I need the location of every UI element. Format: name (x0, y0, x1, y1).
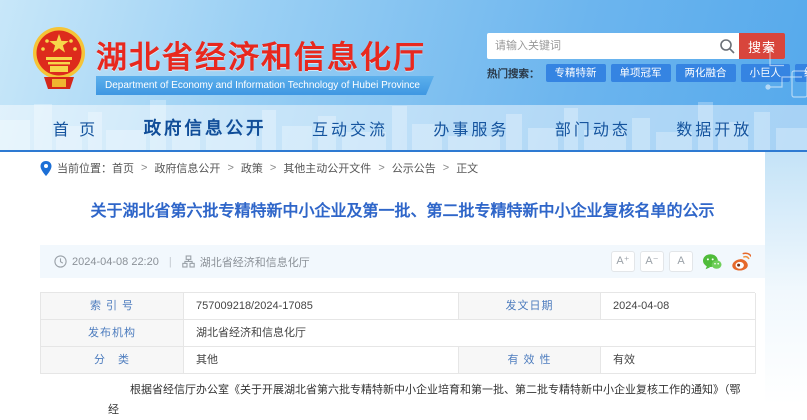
index-number-label: 索 引 号 (41, 293, 184, 320)
search-input[interactable] (487, 34, 717, 58)
breadcrumb-current: 正文 (456, 160, 478, 176)
publisher-label: 发布机构 (41, 320, 184, 347)
nav-item-gov-info[interactable]: 政府信息公开 (144, 115, 267, 140)
category-value: 其他 (184, 347, 459, 374)
publisher-value: 湖北省经济和信息化厅 (184, 320, 756, 347)
search-icon[interactable] (717, 38, 739, 54)
nav-item-open-data[interactable]: 数据开放 (676, 116, 752, 140)
article-meta-left: 2024-04-08 22:20 | 湖北省经济和信息化厅 (54, 254, 310, 270)
circuit-decoration (762, 35, 807, 115)
article-meta-tools: A⁺ A⁻ A (606, 251, 751, 272)
breadcrumb-separator: > (270, 162, 276, 174)
nav-item-department-news[interactable]: 部门动态 (555, 116, 631, 140)
category-label: 分 类 (41, 347, 184, 374)
breadcrumb-location-label: 当前位置： (57, 160, 112, 176)
breadcrumb-item[interactable]: 政府信息公开 (154, 160, 220, 176)
breadcrumb: 当前位置： 首页 > 政府信息公开 > 政策 > 其他主动公开文件 > 公示公告… (40, 160, 478, 176)
article-meta-bar: 2024-04-08 22:20 | 湖北省经济和信息化厅 A⁺ A⁻ A (40, 245, 765, 278)
breadcrumb-separator: > (227, 162, 233, 174)
publish-datetime: 2024-04-08 22:20 (72, 256, 159, 268)
nav-item-interaction[interactable]: 互动交流 (312, 116, 388, 140)
breadcrumb-separator: > (141, 162, 147, 174)
hot-search-label: 热门搜索： (487, 66, 540, 81)
hot-search-tag[interactable]: 单项冠军 (611, 64, 671, 82)
validity-label: 有 效 性 (459, 347, 601, 374)
breadcrumb-item[interactable]: 首页 (112, 160, 134, 176)
article-body-text: 根据省经信厅办公室《关于开展湖北省第六批专精特新中小企业培育和第一批、第二批专精… (108, 380, 748, 420)
article-title: 关于湖北省第六批专精特新中小企业及第一批、第二批专精特新中小企业复核名单的公示 (40, 200, 765, 224)
breadcrumb-item[interactable]: 其他主动公开文件 (283, 160, 371, 176)
meta-divider: | (169, 256, 172, 268)
site-subtitle-en: Department of Economy and Information Te… (96, 76, 434, 95)
site-title: 湖北省经济和信息化厅 (96, 32, 426, 77)
issue-date-value: 2024-04-08 (601, 293, 756, 320)
issue-date-label: 发文日期 (459, 293, 601, 320)
hot-search-tag[interactable]: 专精特新 (546, 64, 606, 82)
font-size-reset-button[interactable]: A (669, 251, 693, 272)
background-strip (765, 152, 807, 405)
main-nav: 首 页 政府信息公开 互动交流 办事服务 部门动态 数据开放 (30, 105, 775, 150)
validity-value: 有效 (601, 347, 756, 374)
nav-item-home[interactable]: 首 页 (53, 116, 98, 140)
document-info-table: 索 引 号 757009218/2024-17085 发文日期 2024-04-… (40, 292, 755, 374)
breadcrumb-separator: > (443, 162, 449, 174)
search-box (487, 33, 739, 59)
content-area: 当前位置： 首页 > 政府信息公开 > 政策 > 其他主动公开文件 > 公示公告… (0, 152, 807, 405)
nav-item-services[interactable]: 办事服务 (433, 116, 509, 140)
weibo-share-icon[interactable] (731, 252, 751, 272)
clock-icon (54, 255, 67, 268)
wechat-share-icon[interactable] (702, 252, 722, 272)
source-organization-icon (182, 255, 195, 268)
national-emblem-logo (30, 25, 88, 93)
font-size-increase-button[interactable]: A⁺ (611, 251, 635, 272)
index-number-value: 757009218/2024-17085 (184, 293, 459, 320)
hot-search-row: 热门搜索： 专精特新 单项冠军 两化融合 小巨人 绿色工厂 (487, 64, 807, 82)
breadcrumb-item[interactable]: 政策 (241, 160, 263, 176)
location-pin-icon (40, 161, 52, 176)
breadcrumb-separator: > (378, 162, 384, 174)
hot-search-tag[interactable]: 两化融合 (676, 64, 736, 82)
breadcrumb-item[interactable]: 公示公告 (392, 160, 436, 176)
source-name: 湖北省经济和信息化厅 (200, 254, 310, 270)
font-size-decrease-button[interactable]: A⁻ (640, 251, 664, 272)
site-banner: 湖北省经济和信息化厅 Department of Economy and Inf… (0, 0, 807, 152)
